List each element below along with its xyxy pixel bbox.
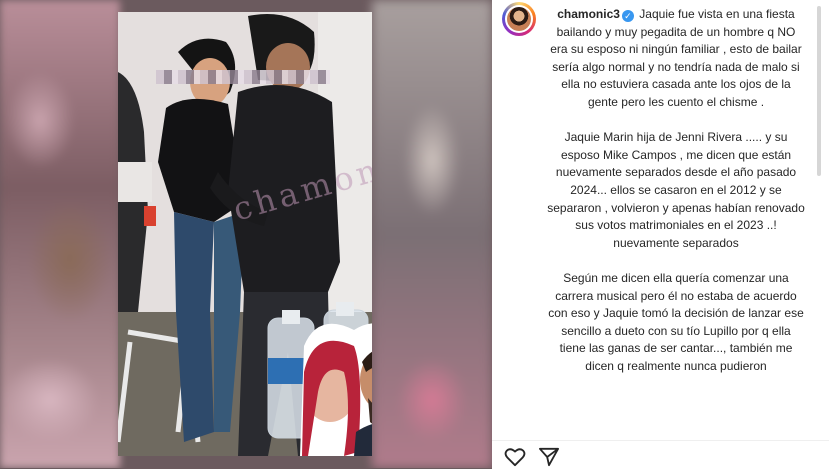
send-icon[interactable]	[538, 447, 560, 467]
heart-icon[interactable]	[504, 447, 526, 467]
avatar-image	[507, 7, 531, 31]
backdrop-left	[0, 0, 120, 468]
backdrop-middle	[372, 0, 492, 468]
post-actions-bar	[492, 440, 829, 469]
verified-badge-icon: ✓	[621, 10, 634, 22]
scroll-thumb[interactable]	[817, 6, 821, 176]
caption-paragraph-1: chamonic3 ✓ Jaquie fue vista en una fiest…	[547, 6, 805, 112]
caption-paragraph-2: Jaquie Marin hija de Jenni Rivera ..... …	[547, 130, 805, 250]
username-link[interactable]: chamonic3	[557, 7, 620, 21]
profile-avatar[interactable]	[502, 2, 536, 36]
post-caption: chamonic3 ✓ Jaquie fue vista en una fiest…	[547, 6, 805, 393]
post-photo: chamonic3	[118, 12, 372, 456]
censor-blur-bar	[156, 70, 330, 84]
avatar-ring-inner	[505, 5, 533, 33]
caption-text-1: Jaquie fue vista en una fiesta bailando …	[550, 7, 802, 109]
caption-scrollbar[interactable]	[815, 0, 823, 440]
caption-paragraph-3: Según me dicen ella quería comenzar una …	[548, 270, 804, 373]
